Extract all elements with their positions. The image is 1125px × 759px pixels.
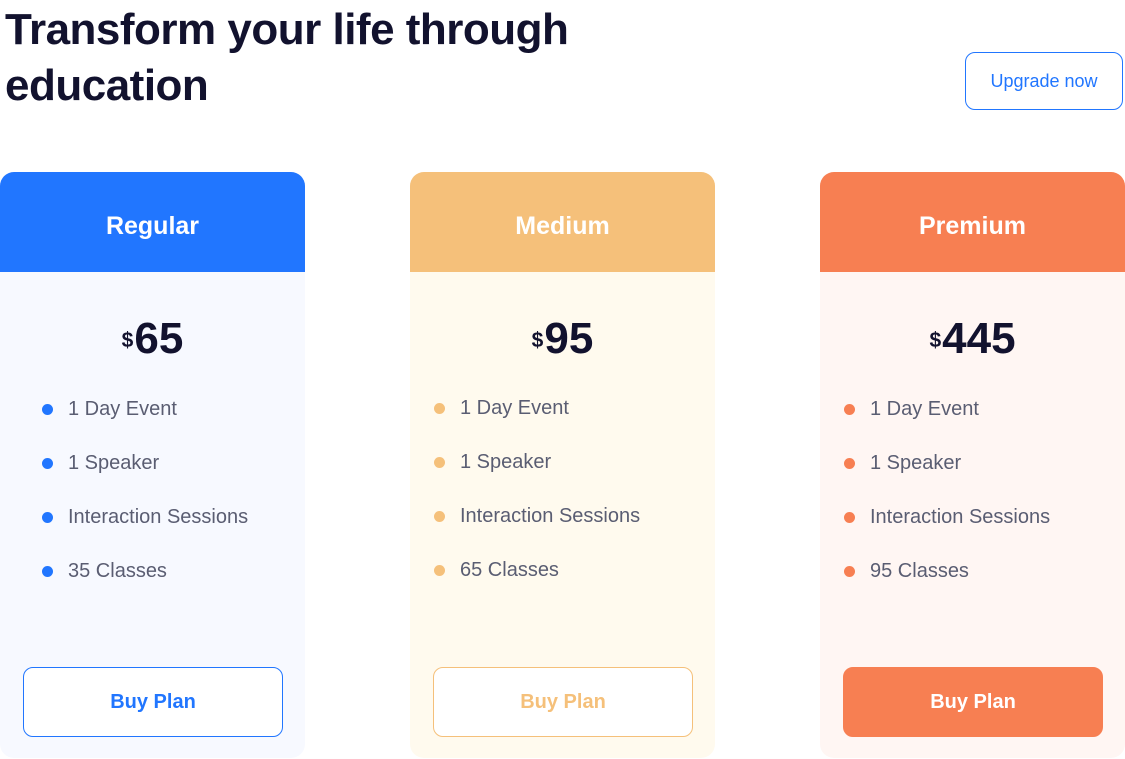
currency-symbol: $ bbox=[929, 329, 942, 352]
price-amount: 95 bbox=[544, 314, 594, 363]
feature-item: 65 Classes bbox=[434, 543, 640, 597]
bullet-dot-icon bbox=[42, 457, 53, 469]
feature-list: 1 Day Event 1 Speaker Interaction Sessio… bbox=[42, 394, 248, 610]
bullet-dot-icon bbox=[42, 511, 53, 523]
feature-item: 1 Speaker bbox=[434, 435, 640, 489]
feature-item: 1 Day Event bbox=[42, 382, 248, 436]
bullet-dot-icon bbox=[434, 564, 445, 576]
feature-text: Interaction Sessions bbox=[460, 504, 641, 527]
price-amount: 65 bbox=[134, 314, 184, 363]
feature-text: 1 Day Event bbox=[68, 397, 177, 420]
feature-item: Interaction Sessions bbox=[434, 489, 640, 543]
bullet-dot-icon bbox=[844, 403, 855, 415]
upgrade-now-button[interactable]: Upgrade now bbox=[965, 52, 1123, 110]
bullet-dot-icon bbox=[434, 402, 445, 414]
bullet-dot-icon bbox=[844, 565, 855, 577]
pricing-page: Transform your life through education Up… bbox=[0, 0, 1125, 759]
plan-price: $95 bbox=[410, 312, 715, 376]
bullet-dot-icon bbox=[434, 456, 445, 468]
feature-text: 1 Speaker bbox=[460, 450, 552, 473]
feature-text: 35 Classes bbox=[68, 559, 167, 582]
feature-list: 1 Day Event 1 Speaker Interaction Sessio… bbox=[844, 394, 1050, 610]
bullet-dot-icon bbox=[434, 510, 445, 522]
feature-item: 95 Classes bbox=[844, 544, 1050, 598]
feature-item: 1 Day Event bbox=[434, 381, 640, 435]
plan-card-header: Medium bbox=[410, 172, 715, 272]
feature-text: 1 Speaker bbox=[68, 451, 160, 474]
bullet-dot-icon bbox=[844, 457, 855, 469]
feature-list: 1 Day Event 1 Speaker Interaction Sessio… bbox=[434, 393, 640, 609]
feature-item: Interaction Sessions bbox=[844, 490, 1050, 544]
buy-plan-button[interactable]: Buy Plan bbox=[23, 667, 283, 737]
feature-text: Interaction Sessions bbox=[870, 505, 1051, 528]
feature-item: Interaction Sessions bbox=[42, 490, 248, 544]
currency-symbol: $ bbox=[121, 329, 134, 352]
feature-text: 65 Classes bbox=[460, 558, 559, 581]
plan-card-header: Regular bbox=[0, 172, 305, 272]
plan-card-medium: Medium $95 1 Day Event 1 Speaker Interac… bbox=[410, 172, 715, 758]
feature-text: 1 Speaker bbox=[870, 451, 962, 474]
plan-name: Medium bbox=[515, 211, 610, 240]
currency-symbol: $ bbox=[531, 329, 544, 352]
feature-item: 1 Speaker bbox=[42, 436, 248, 490]
feature-item: 35 Classes bbox=[42, 544, 248, 598]
plan-card-regular: Regular $65 1 Day Event 1 Speaker Intera… bbox=[0, 172, 305, 758]
buy-plan-button[interactable]: Buy Plan bbox=[843, 667, 1103, 737]
buy-plan-button[interactable]: Buy Plan bbox=[433, 667, 693, 737]
bullet-dot-icon bbox=[844, 511, 855, 523]
feature-item: 1 Day Event bbox=[844, 382, 1050, 436]
feature-text: Interaction Sessions bbox=[68, 505, 249, 528]
feature-text: 95 Classes bbox=[870, 559, 969, 582]
page-title: Transform your life through education bbox=[5, 5, 569, 110]
feature-text: 1 Day Event bbox=[870, 397, 979, 420]
feature-text: 1 Day Event bbox=[460, 396, 569, 419]
plan-card-premium: Premium $445 1 Day Event 1 Speaker Inter… bbox=[820, 172, 1125, 758]
plan-price: $445 bbox=[820, 312, 1125, 376]
plan-price: $65 bbox=[0, 312, 305, 376]
plan-card-header: Premium bbox=[820, 172, 1125, 272]
price-amount: 445 bbox=[942, 314, 1016, 363]
feature-item: 1 Speaker bbox=[844, 436, 1050, 490]
bullet-dot-icon bbox=[42, 403, 53, 415]
plan-name: Regular bbox=[105, 211, 200, 240]
plan-name: Premium bbox=[919, 211, 1026, 240]
bullet-dot-icon bbox=[42, 565, 53, 577]
